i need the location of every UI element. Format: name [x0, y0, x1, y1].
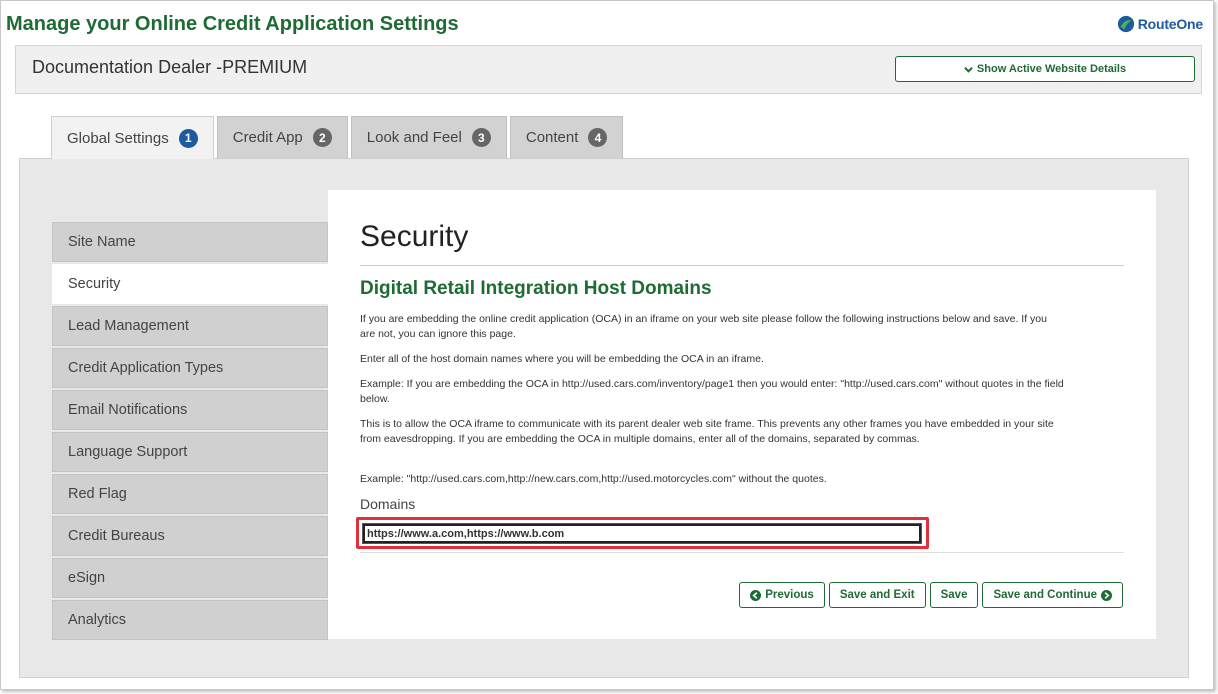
page-title: Manage your Online Credit Application Se… — [6, 13, 459, 35]
sidebar-item-credit-application-types[interactable]: Credit Application Types — [52, 348, 328, 388]
tab-credit-app[interactable]: Credit App 2 — [216, 116, 348, 158]
save-button[interactable]: Save — [929, 582, 979, 608]
tab-label: Credit App — [232, 129, 303, 146]
sidebar-item-email-notifications[interactable]: Email Notifications — [52, 390, 328, 430]
tab-label: Global Settings — [67, 129, 169, 147]
section-subheading: Digital Retail Integration Host Domains — [360, 278, 712, 299]
action-buttons: Previous Save and Exit Save Save and Con… — [739, 582, 1123, 608]
tab-label: Look and Feel — [366, 129, 462, 146]
sidebar-item-analytics[interactable]: Analytics — [52, 600, 328, 640]
chevron-down-icon — [964, 66, 973, 73]
instruction-paragraph: This is to allow the OCA iframe to commu… — [360, 418, 1054, 445]
tab-content[interactable]: Content 4 — [509, 116, 624, 158]
tab-step-badge: 2 — [312, 128, 332, 147]
logo-text: RouteOne — [1137, 16, 1203, 32]
app-window: Manage your Online Credit Application Se… — [0, 0, 1214, 690]
example-paragraph: Example: "http://used.cars.com,http://ne… — [360, 473, 827, 485]
instruction-paragraph: If you are embedding the online credit a… — [360, 313, 1047, 340]
save-and-continue-label: Save and Continue — [993, 589, 1097, 601]
arrow-right-circle-icon — [1101, 589, 1112, 601]
save-and-exit-button[interactable]: Save and Exit — [828, 582, 926, 608]
example-paragraph: Example: If you are embedding the OCA in… — [360, 378, 1064, 405]
tab-label: Content — [525, 129, 579, 146]
sidebar-item-lead-management[interactable]: Lead Management — [52, 306, 328, 346]
tab-step-badge: 3 — [471, 128, 491, 147]
previous-label: Previous — [765, 589, 814, 601]
save-and-continue-button[interactable]: Save and Continue — [982, 582, 1123, 608]
previous-button[interactable]: Previous — [739, 582, 825, 608]
tab-look-and-feel[interactable]: Look and Feel 3 — [350, 116, 507, 158]
form-divider — [360, 552, 1124, 553]
show-details-label: Show Active Website Details — [976, 63, 1127, 75]
instruction-paragraph: Enter all of the host domain names where… — [360, 353, 764, 365]
sidebar-item-credit-bureaus[interactable]: Credit Bureaus — [52, 516, 328, 556]
dealer-name: Documentation Dealer -PREMIUM — [32, 57, 308, 77]
show-active-website-details-button[interactable]: Show Active Website Details — [895, 56, 1195, 82]
sidebar-item-site-name[interactable]: Site Name — [52, 222, 328, 262]
security-panel: Security Digital Retail Integration Host… — [328, 190, 1156, 639]
heading-divider — [360, 265, 1124, 266]
domains-label: Domains — [360, 496, 416, 512]
sidebar-item-security[interactable]: Security — [52, 264, 330, 304]
sidebar-item-esign[interactable]: eSign — [52, 558, 328, 598]
settings-side-nav: Site Name Security Lead Management Credi… — [52, 222, 330, 642]
tab-step-badge: 4 — [588, 128, 608, 147]
arrow-left-circle-icon — [750, 589, 762, 601]
step-tabs: Global Settings 1 Credit App 2 Look and … — [51, 116, 624, 159]
tab-global-settings[interactable]: Global Settings 1 — [51, 116, 214, 159]
tab-step-badge: 1 — [178, 128, 198, 148]
dealer-bar: Documentation Dealer -PREMIUM Show Activ… — [15, 45, 1202, 94]
routeone-logo: RouteOne — [1117, 15, 1203, 33]
routeone-logo-icon — [1117, 15, 1134, 33]
sidebar-item-red-flag[interactable]: Red Flag — [52, 474, 328, 514]
sidebar-item-language-support[interactable]: Language Support — [52, 432, 328, 472]
panel-heading: Security — [360, 220, 469, 253]
domains-input[interactable] — [362, 523, 922, 544]
